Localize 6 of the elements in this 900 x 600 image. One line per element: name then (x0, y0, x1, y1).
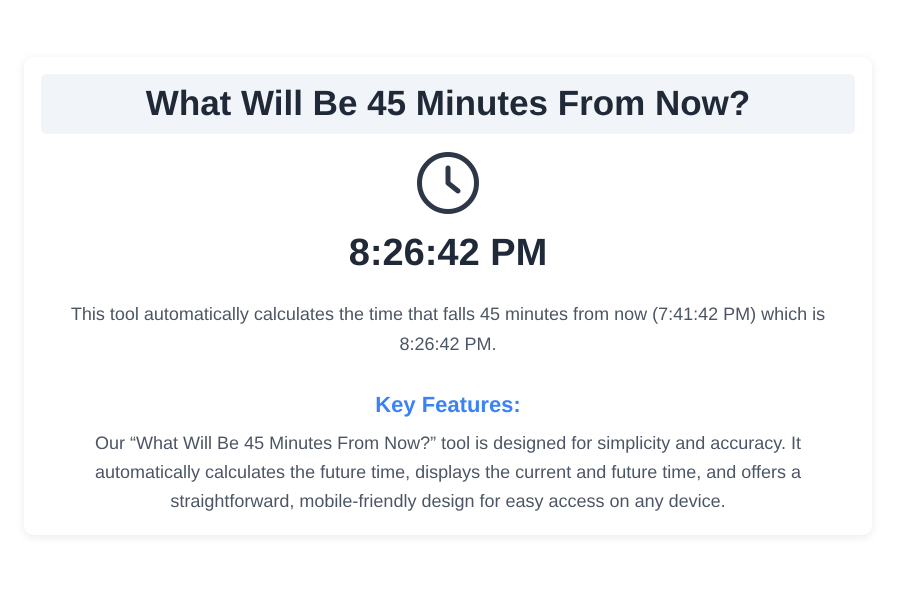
description-text: This tool automatically calculates the time that falls 45 minutes from now (7:41:42 PM) which is 8:26:42 PM. (70, 303, 826, 356)
page-title: What Will Be 45 Minutes From Now? (41, 74, 855, 134)
features-heading: Key Features: (375, 392, 521, 418)
features-text: Our “What Will Be 45 Minutes From Now?” tool is designed for simplicity and accuracy. It automatically calculates the future time, displays the current and future time, and offers a straightforward, mobile-friendly design for easy access on any device. (94, 432, 802, 513)
future-time: 8:26:42 PM (348, 232, 548, 274)
clock-icon (416, 151, 480, 215)
